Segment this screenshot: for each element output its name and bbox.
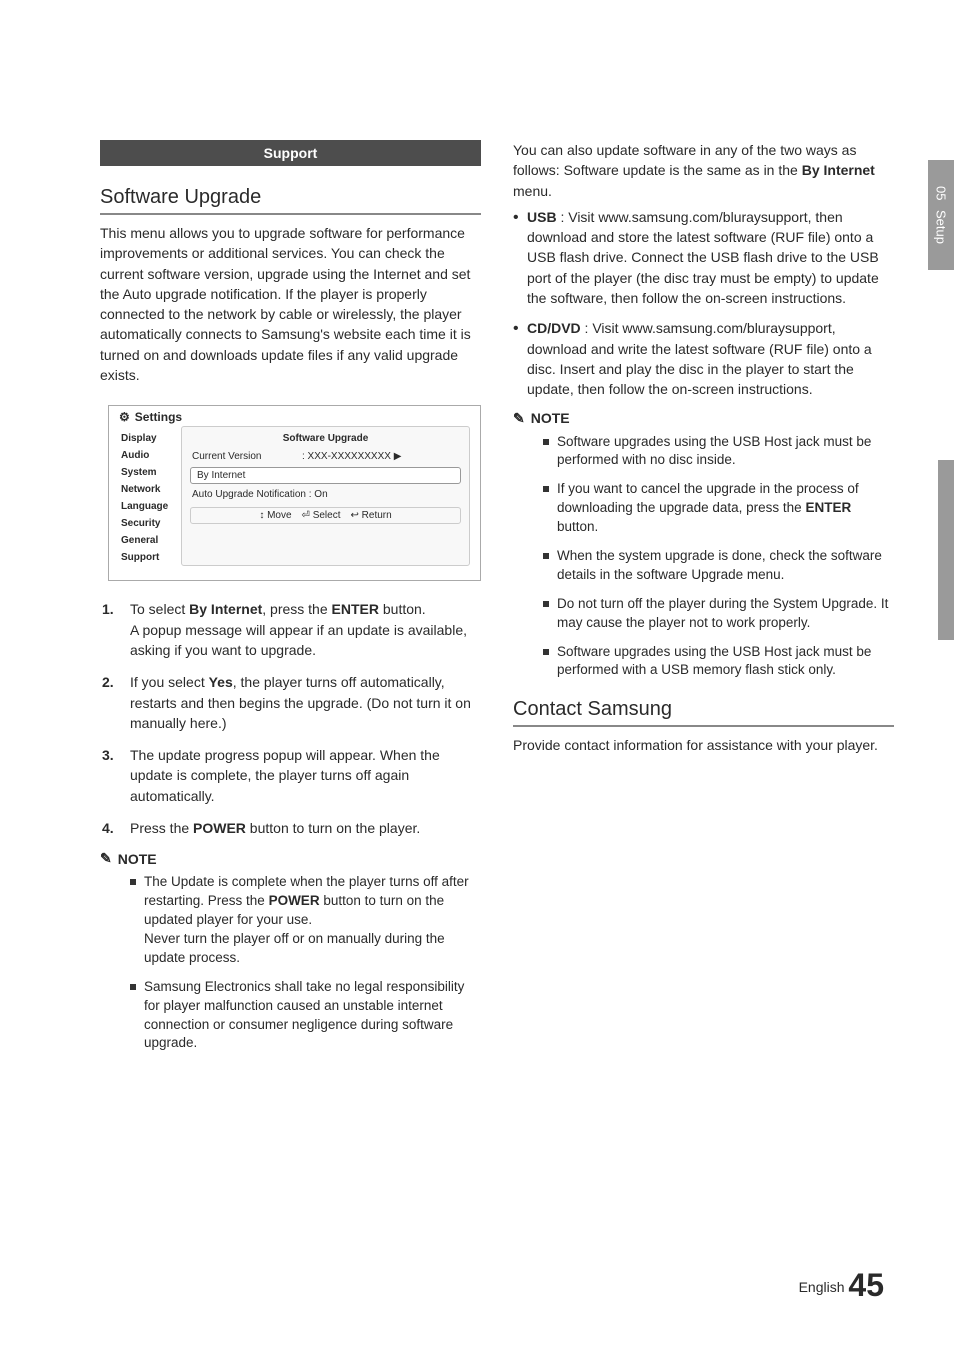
step-text: The update progress popup will appear. W… — [130, 745, 481, 806]
side-tab-label: Setup — [934, 210, 949, 244]
sidebar-item-network[interactable]: Network — [119, 481, 181, 498]
auto-upgrade-notification[interactable]: Auto Upgrade Notification : On — [192, 489, 328, 500]
note-icon: ✎ — [513, 410, 525, 427]
hint-select: ⏎ Select — [302, 510, 341, 521]
side-tab: 05 Setup — [928, 160, 954, 270]
current-version-value: : XXX-XXXXXXXXX ▶ — [302, 451, 401, 462]
settings-sidebar: Display Audio System Network Language Se… — [119, 426, 181, 566]
bullet-cddvd: CD/DVD : Visit www.samsung.com/bluraysup… — [513, 318, 894, 399]
note-label-text: NOTE — [531, 410, 570, 426]
step-1: 1. To select By Internet, press the ENTE… — [102, 599, 481, 660]
sidebar-item-display[interactable]: Display — [119, 430, 181, 447]
gear-icon: ⚙ — [119, 410, 130, 424]
contact-paragraph: Provide contact information for assistan… — [513, 735, 894, 755]
note-item: Software upgrades using the USB Host jac… — [543, 643, 894, 681]
step-number: 4. — [102, 818, 120, 838]
update-methods: USB : Visit www.samsung.com/bluraysuppor… — [513, 207, 894, 400]
sidebar-item-audio[interactable]: Audio — [119, 447, 181, 464]
settings-panel: Software Upgrade Current Version : XXX-X… — [181, 426, 470, 566]
step-number: 1. — [102, 599, 120, 660]
sidebar-item-support[interactable]: Support — [119, 549, 181, 566]
button-hints: ↕ Move ⏎ Select ↩ Return — [190, 507, 461, 524]
footer: English 45 — [799, 1267, 884, 1304]
step-number: 3. — [102, 745, 120, 806]
right-intro: You can also update software in any of t… — [513, 140, 894, 201]
sidebar-item-system[interactable]: System — [119, 464, 181, 481]
note-label: ✎ NOTE — [100, 850, 481, 867]
note-item: If you want to cancel the upgrade in the… — [543, 480, 894, 537]
section-header: Support — [100, 140, 481, 166]
intro-paragraph: This menu allows you to upgrade software… — [100, 223, 481, 385]
sidebar-item-general[interactable]: General — [119, 532, 181, 549]
sidebar-item-security[interactable]: Security — [119, 515, 181, 532]
side-tab-chapter: 05 — [934, 186, 949, 200]
step-text: If you select Yes, the player turns off … — [130, 672, 481, 733]
hint-return: ↩ Return — [351, 510, 392, 521]
right-column: You can also update software in any of t… — [513, 140, 894, 1063]
note-item: The Update is complete when the player t… — [130, 873, 481, 967]
step-number: 2. — [102, 672, 120, 733]
hint-move: ↕ Move — [259, 510, 291, 521]
heading-contact-samsung: Contact Samsung — [513, 698, 894, 727]
step-text: Press the POWER button to turn on the pl… — [130, 818, 420, 838]
note-label: ✎ NOTE — [513, 410, 894, 427]
by-internet-option[interactable]: By Internet — [190, 467, 461, 484]
panel-title: Software Upgrade — [182, 429, 469, 448]
heading-software-upgrade: Software Upgrade — [100, 186, 481, 215]
note-item: When the system upgrade is done, check t… — [543, 547, 894, 585]
bullet-usb: USB : Visit www.samsung.com/bluraysuppor… — [513, 207, 894, 308]
step-3: 3. The update progress popup will appear… — [102, 745, 481, 806]
left-notes: The Update is complete when the player t… — [100, 873, 481, 1053]
sidebar-item-language[interactable]: Language — [119, 498, 181, 515]
note-item: Do not turn off the player during the Sy… — [543, 595, 894, 633]
note-icon: ✎ — [100, 850, 112, 867]
footer-lang: English — [799, 1279, 845, 1295]
note-item: Samsung Electronics shall take no legal … — [130, 978, 481, 1054]
note-label-text: NOTE — [118, 851, 157, 867]
note-item: Software upgrades using the USB Host jac… — [543, 433, 894, 471]
steps-list: 1. To select By Internet, press the ENTE… — [102, 599, 481, 838]
right-notes: Software upgrades using the USB Host jac… — [513, 433, 894, 681]
settings-screenshot: ⚙ Settings Display Audio System Network … — [108, 405, 481, 581]
settings-title: ⚙ Settings — [109, 406, 480, 426]
step-2: 2. If you select Yes, the player turns o… — [102, 672, 481, 733]
current-version-label: Current Version — [192, 451, 302, 462]
settings-title-text: Settings — [135, 410, 182, 424]
step-text: To select By Internet, press the ENTER b… — [130, 599, 481, 660]
side-stub — [938, 460, 954, 640]
left-column: Support Software Upgrade This menu allow… — [100, 140, 481, 1063]
page-number: 45 — [848, 1267, 884, 1303]
step-4: 4. Press the POWER button to turn on the… — [102, 818, 481, 838]
